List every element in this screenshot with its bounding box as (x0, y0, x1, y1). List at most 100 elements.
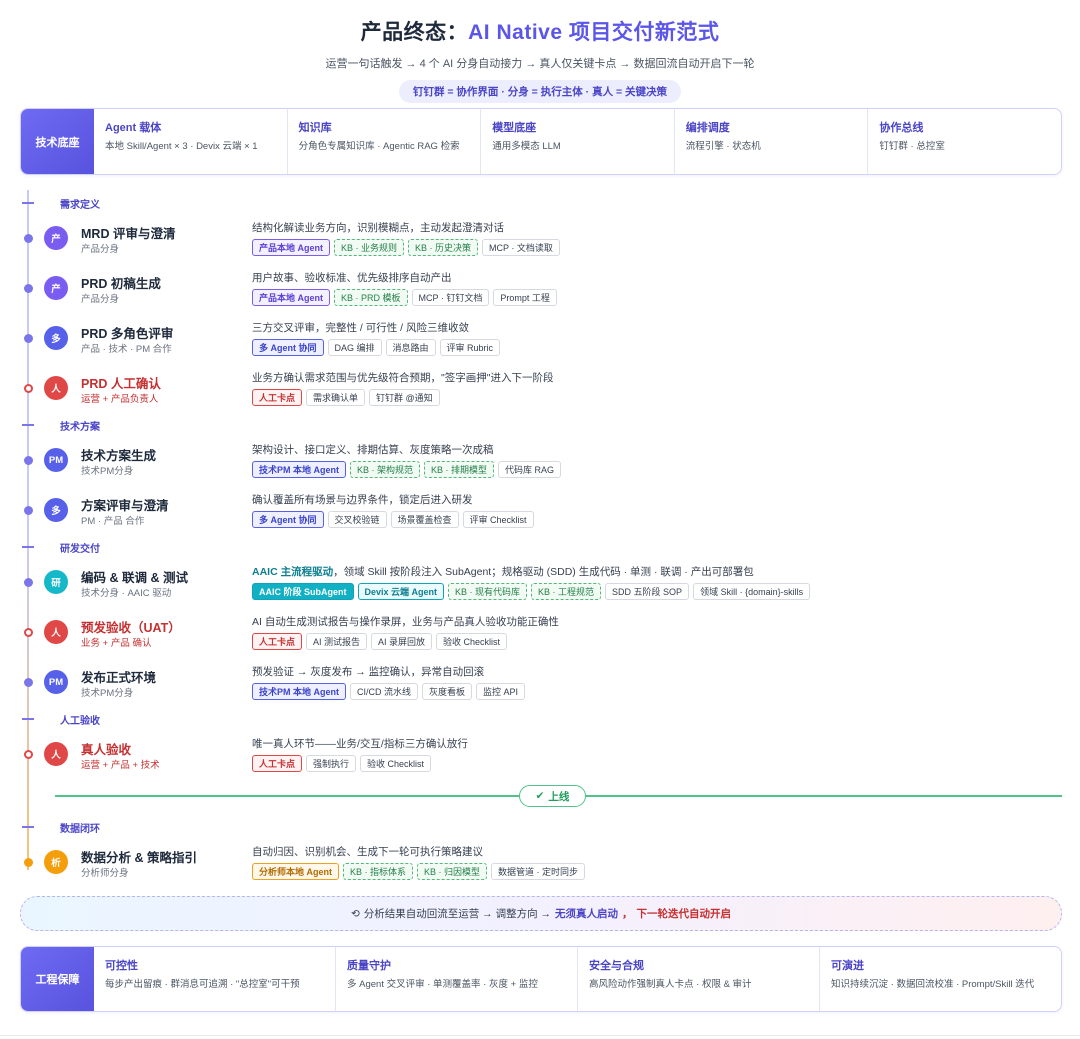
cell-desc: 本地 Skill/Agent × 3 · Devix 云端 × 1 (105, 141, 258, 152)
tag: 验收 Checklist (436, 633, 508, 650)
step-role: PM · 产品 合作 (81, 516, 145, 527)
step-row: 研 编码 & 联调 & 测试 技术分身 · AAIC 驱动 AAIC 主流程驱动… (0, 561, 1080, 611)
section-title: 技术方案 (60, 422, 100, 433)
check-icon: ✔ (535, 790, 545, 802)
step-role: 产品分身 (81, 244, 120, 255)
timeline-dot (24, 506, 33, 515)
step-tags: 技术PM 本地 Agent KB · 架构规范 KB · 排期模型 代码库 RA… (252, 461, 562, 478)
tag: KB · PRD 模板 (334, 289, 408, 306)
step-row: 人 预发验收（UAT） 业务 + 产品 确认 AI 自动生成测试报告与操作录屏，… (0, 611, 1080, 661)
step-tags: 分析师本地 Agent KB · 指标体系 KB · 归因模型 数据管道 · 定… (252, 863, 586, 880)
tag: 领域 Skill · {domain}-skills (693, 583, 811, 600)
guarantee-cell: 可控性 每步产出留痕 · 群消息可追溯 · "总控室"可干预 (94, 947, 336, 1011)
step-avatar: 研 (44, 570, 68, 594)
tag: AAIC 阶段 SubAgent (252, 583, 354, 600)
bottom-divider (0, 1035, 1080, 1036)
step-tags: 人工卡点 需求确认单 钉钉群 @通知 (252, 389, 440, 406)
tag: 监控 API (476, 683, 526, 700)
tag: 技术PM 本地 Agent (252, 461, 346, 478)
step-desc: 结构化解读业务方向，识别模糊点，主动发起澄清对话 (252, 222, 504, 234)
step-role: 技术PM分身 (81, 466, 134, 477)
tag: 分析师本地 Agent (252, 863, 339, 880)
step-tags: 产品本地 Agent KB · PRD 模板 MCP · 钉钉文档 Prompt… (252, 289, 557, 306)
cell-title: 模型底座 (492, 122, 537, 134)
step-row: 多 方案评审与澄清 PM · 产品 合作 确认覆盖所有场景与边界条件，锁定后进入… (0, 489, 1080, 539)
step-desc: AAIC 主流程驱动，领域 Skill 按阶段注入 SubAgent；规格驱动 … (252, 564, 754, 579)
step-tags: 多 Agent 协同 交叉校验链 场景覆盖检查 评审 Checklist (252, 511, 534, 528)
tag: 人工卡点 (252, 389, 303, 406)
step-avatar: 人 (44, 742, 68, 766)
step-desc: 确认覆盖所有场景与边界条件，锁定后进入研发 (252, 494, 473, 506)
step-desc: 预发验证 → 灰度发布 → 监控确认，异常自动回滚 (252, 666, 485, 678)
loop-text: 分析结果自动回流至运营 → 调整方向 → (363, 908, 552, 920)
section-title: 数据闭环 (60, 824, 100, 835)
tech-base-cell: Agent 载体本地 Skill/Agent × 3 · Devix 云端 × … (94, 109, 288, 174)
step-desc: 唯一真人环节——业务/交互/指标三方确认放行 (252, 738, 468, 750)
tech-base-cell: 知识库 分角色专属知识库 · Agentic RAG 检索 (288, 109, 482, 174)
tech-base-cell: 协作总线 钉钉群 · 总控室 (868, 109, 1061, 174)
tag: SDD 五阶段 SOP (605, 583, 690, 600)
tag: 强制执行 (306, 755, 357, 772)
step-avatar: 人 (44, 620, 68, 644)
step-avatar: 析 (44, 850, 68, 874)
tag: 评审 Checklist (462, 511, 534, 528)
tag: KB · 指标体系 (343, 863, 414, 880)
page-title: 产品终态：AI Native 项目交付新范式 (0, 16, 1080, 46)
step-tags: 人工卡点 强制执行 验收 Checklist (252, 755, 432, 772)
step-tags: 多 Agent 协同 DAG 编排 消息路由 评审 Rubric (252, 339, 501, 356)
step-role: 分析师分身 (81, 868, 129, 879)
step-name: PRD 人工确认 (81, 377, 161, 391)
cycle-icon: ⟲ (350, 907, 360, 920)
section-tick (22, 546, 34, 548)
section-tick (22, 718, 34, 720)
section-title: 需求定义 (60, 200, 100, 211)
step-row: 析 数据分析 & 策略指引 分析师分身 自动归因、识别机会、生成下一轮可执行策略… (0, 841, 1080, 891)
tag: 数据管道 · 定时同步 (491, 863, 586, 880)
tag: 技术PM 本地 Agent (252, 683, 346, 700)
step-desc: 架构设计、接口定义、排期估算、灰度策略一次成稿 (252, 444, 494, 456)
step-row: 产 PRD 初稿生成 产品分身 用户故事、验收标准、优先级排序自动产出 产品本地… (0, 267, 1080, 317)
step-desc: 三方交叉评审，完整性 / 可行性 / 风险三维收敛 (252, 322, 470, 334)
step-desc: AI 自动生成测试报告与操作录屏，业务与产品真人验收功能正确性 (252, 616, 559, 628)
tag: KB · 工程规范 (531, 583, 602, 600)
tag: Devix 云端 Agent (357, 583, 445, 600)
tag: MCP · 钉钉文档 (411, 289, 490, 306)
step-row: 人 PRD 人工确认 运营 + 产品负责人 业务方确认需求范围与优先级符合预期，… (0, 367, 1080, 417)
cell-desc: 每步产出留痕 · 群消息可追溯 · "总控室"可干预 (105, 979, 300, 990)
guarantee-label: 工程保障 (21, 947, 94, 1011)
step-role: 运营 + 产品负责人 (81, 394, 159, 405)
step-role: 产品 · 技术 · PM 合作 (81, 344, 172, 355)
tag: 验收 Checklist (360, 755, 432, 772)
tag: 消息路由 (385, 339, 436, 356)
title-accent: AI Native 项目交付新范式 (468, 21, 720, 44)
step-avatar: PM (44, 448, 68, 472)
step-name: 技术方案生成 (81, 449, 157, 463)
title-prefix: 产品终态： (360, 21, 469, 44)
step-avatar: 多 (44, 498, 68, 522)
tag: 产品本地 Agent (252, 289, 330, 306)
cell-desc: 多 Agent 交叉评审 · 单测覆盖率 · 灰度 + 监控 (347, 979, 538, 990)
loop-comma: ， (622, 908, 633, 920)
cell-desc: 分角色专属知识库 · Agentic RAG 检索 (298, 141, 460, 152)
tech-base-cell: 模型底座 通用多模态 LLM (481, 109, 675, 174)
section-tick (22, 826, 34, 828)
tag: 产品本地 Agent (252, 239, 330, 256)
summary-pill: 钉钉群 = 协作界面 · 分身 = 执行主体 · 真人 = 关键决策 (398, 80, 682, 103)
tag: 钉钉群 @通知 (369, 389, 440, 406)
tag: AI 测试报告 (306, 633, 368, 650)
cell-title: Agent 载体 (105, 122, 162, 134)
cell-desc: 知识持续沉淀 · 数据回流校准 · Prompt/Skill 迭代 (831, 979, 1035, 990)
step-row: 人 真人验收 运营 + 产品 + 技术 唯一真人环节——业务/交互/指标三方确认… (0, 733, 1080, 783)
tech-base-cell: 编排调度 流程引擎 · 状态机 (675, 109, 869, 174)
cell-desc: 流程引擎 · 状态机 (685, 141, 761, 152)
tag: 交叉校验链 (327, 511, 387, 528)
tag: 评审 Rubric (439, 339, 501, 356)
launch-label: 上线 (548, 790, 570, 803)
timeline-dot (24, 578, 33, 587)
step-row: 产 MRD 评审与澄清 产品分身 结构化解读业务方向，识别模糊点，主动发起澄清对… (0, 217, 1080, 267)
launch-badge: ✔ 上线 (519, 785, 586, 807)
tag: 灰度看板 (422, 683, 473, 700)
page: 产品终态：AI Native 项目交付新范式 运营一句话触发 → 4 个 AI … (0, 0, 1080, 1039)
step-name: 编码 & 联调 & 测试 (81, 571, 188, 585)
timeline-dot-analysis (24, 858, 33, 867)
